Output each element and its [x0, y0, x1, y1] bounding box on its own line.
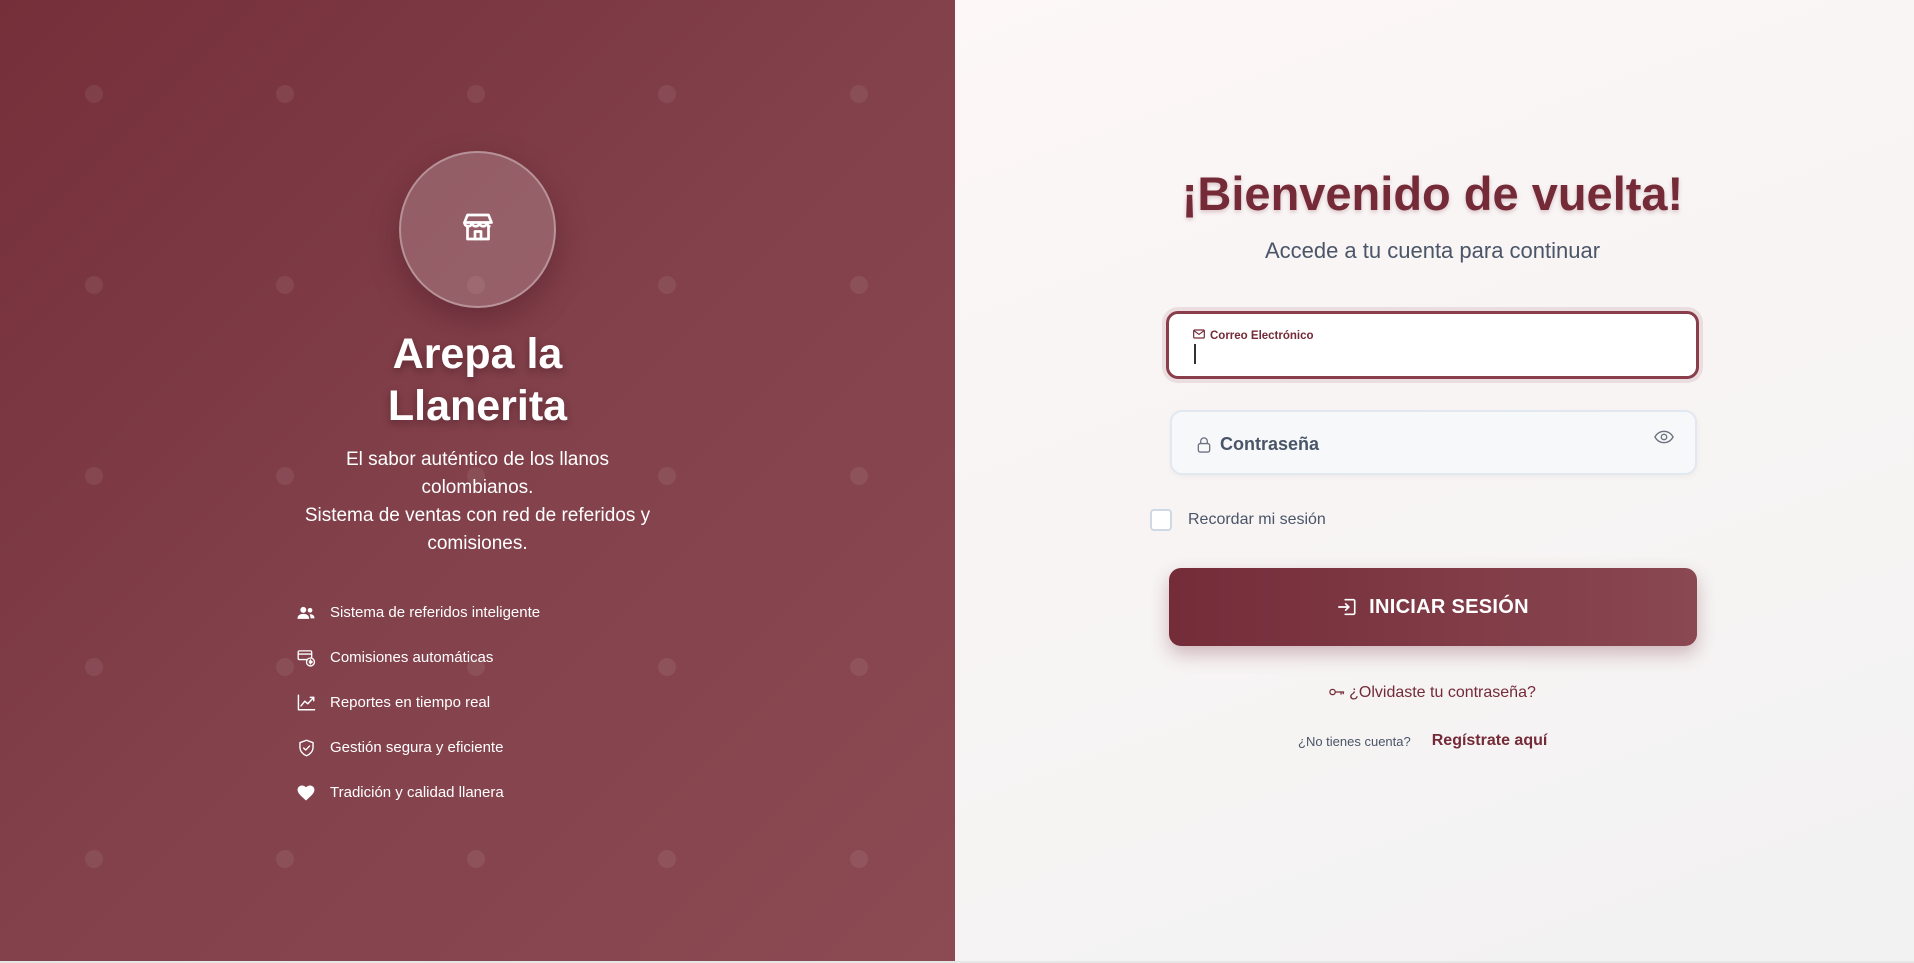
feature-label: Reportes en tiempo real	[330, 694, 491, 711]
background-dot	[850, 85, 868, 103]
background-dot	[85, 658, 103, 676]
background-dot	[276, 850, 294, 868]
brand-panel: Arepa la Llanerita El sabor auténtico de…	[0, 0, 955, 961]
password-placeholder: Contraseña	[1220, 434, 1320, 454]
background-dot	[85, 276, 103, 294]
background-dot	[850, 658, 868, 676]
feature-label: Comisiones automáticas	[330, 649, 494, 666]
brand-description-line2: Sistema de ventas con red de referidos y…	[304, 505, 651, 554]
feature-item-comisiones: Comisiones automáticas	[296, 635, 540, 680]
login-button[interactable]: INICIAR SESIÓN	[1169, 568, 1697, 646]
commission-icon	[296, 648, 316, 668]
background-dot	[85, 467, 103, 485]
email-label: Correo Electrónico	[1193, 329, 1314, 342]
background-dot	[658, 85, 676, 103]
email-label-text: Correo Electrónico	[1210, 329, 1314, 342]
background-dot	[85, 85, 103, 103]
shield-check-icon	[296, 738, 316, 758]
password-field[interactable]: Contraseña	[1170, 410, 1697, 475]
lock-icon	[1197, 436, 1211, 458]
feature-item-gestion: Gestión segura y eficiente	[296, 725, 540, 770]
forgot-password-label: ¿Olvidaste tu contraseña?	[1349, 684, 1536, 701]
background-dot	[850, 850, 868, 868]
login-panel	[955, 0, 1914, 961]
email-input[interactable]	[1191, 342, 1671, 368]
logo-badge	[399, 151, 556, 308]
signup-link[interactable]: Regístrate aquí	[1432, 732, 1548, 750]
signup-row: ¿No tienes cuenta? Regístrate aquí	[1298, 732, 1547, 750]
background-dot	[467, 850, 485, 868]
login-button-label: INICIAR SESIÓN	[1369, 595, 1529, 618]
brand-description: El sabor auténtico de los llanos colombi…	[290, 446, 665, 558]
remember-checkbox[interactable]	[1150, 509, 1172, 531]
background-dot	[658, 658, 676, 676]
background-dot	[276, 276, 294, 294]
users-icon	[296, 603, 316, 623]
heart-icon	[296, 783, 316, 803]
background-dot	[467, 85, 485, 103]
no-account-text: ¿No tienes cuenta?	[1298, 733, 1411, 749]
background-dot	[658, 276, 676, 294]
email-field[interactable]: Correo Electrónico	[1166, 311, 1699, 379]
remember-label: Recordar mi sesión	[1188, 511, 1326, 528]
feature-item-reportes: Reportes en tiempo real	[296, 680, 540, 725]
remember-session[interactable]: Recordar mi sesión	[1150, 509, 1326, 531]
background-dot	[850, 276, 868, 294]
envelope-icon	[1193, 329, 1210, 342]
eye-icon[interactable]	[1654, 430, 1674, 449]
brand-name: Arepa la Llanerita	[387, 330, 568, 430]
background-dot	[276, 85, 294, 103]
background-dot	[658, 850, 676, 868]
welcome-subtitle: Accede a tu cuenta para continuar	[1264, 238, 1601, 263]
forgot-password-link[interactable]: ¿Olvidaste tu contraseña?	[1300, 684, 1565, 702]
feature-label: Gestión segura y eficiente	[330, 739, 504, 756]
feature-item-tradicion: Tradición y calidad llanera	[296, 770, 540, 815]
feature-item-referidos: Sistema de referidos inteligente	[296, 590, 540, 635]
brand-description-line1: El sabor auténtico de los llanos colombi…	[346, 449, 609, 498]
feature-label: Sistema de referidos inteligente	[330, 604, 541, 621]
feature-label: Tradición y calidad llanera	[330, 784, 504, 801]
background-dot	[850, 467, 868, 485]
welcome-title: ¡Bienvenido de vuelta!	[1181, 167, 1684, 220]
feature-list: Sistema de referidos inteligente Comisio…	[296, 590, 540, 815]
chart-line-icon	[296, 693, 316, 713]
background-dot	[85, 850, 103, 868]
key-icon	[1329, 684, 1349, 702]
login-icon	[1338, 598, 1356, 616]
background-dot	[276, 658, 294, 676]
store-icon	[460, 209, 496, 250]
